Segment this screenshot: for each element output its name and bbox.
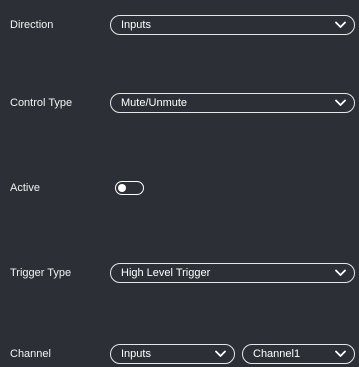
- trigger-type-select[interactable]: High Level Trigger: [110, 263, 355, 283]
- chevron-down-icon: [335, 350, 346, 357]
- direction-select[interactable]: Inputs: [110, 15, 355, 35]
- channel-direction-value: Inputs: [121, 348, 151, 360]
- active-row: Active: [0, 175, 359, 201]
- channel-label: Channel: [10, 348, 51, 360]
- channel-row: Channel Inputs Channel1: [0, 341, 359, 367]
- direction-value: Inputs: [121, 19, 151, 31]
- channel-direction-select[interactable]: Inputs: [110, 344, 235, 364]
- active-toggle[interactable]: [115, 181, 144, 195]
- control-type-row: Control Type Mute/Unmute: [0, 90, 359, 116]
- channel-value: Channel1: [253, 348, 301, 360]
- direction-label: Direction: [10, 19, 54, 31]
- chevron-down-icon: [335, 21, 346, 28]
- chevron-down-icon: [335, 269, 346, 276]
- control-type-value: Mute/Unmute: [121, 97, 188, 109]
- trigger-type-label: Trigger Type: [10, 267, 72, 279]
- control-type-label: Control Type: [10, 97, 73, 109]
- chevron-down-icon: [335, 99, 346, 106]
- trigger-type-value: High Level Trigger: [121, 267, 211, 279]
- control-type-select[interactable]: Mute/Unmute: [110, 93, 355, 113]
- chevron-down-icon: [215, 350, 226, 357]
- trigger-type-row: Trigger Type High Level Trigger: [0, 260, 359, 286]
- toggle-knob: [118, 183, 126, 192]
- channel-select[interactable]: Channel1: [242, 344, 355, 364]
- active-label: Active: [10, 182, 40, 194]
- direction-row: Direction Inputs: [0, 12, 359, 38]
